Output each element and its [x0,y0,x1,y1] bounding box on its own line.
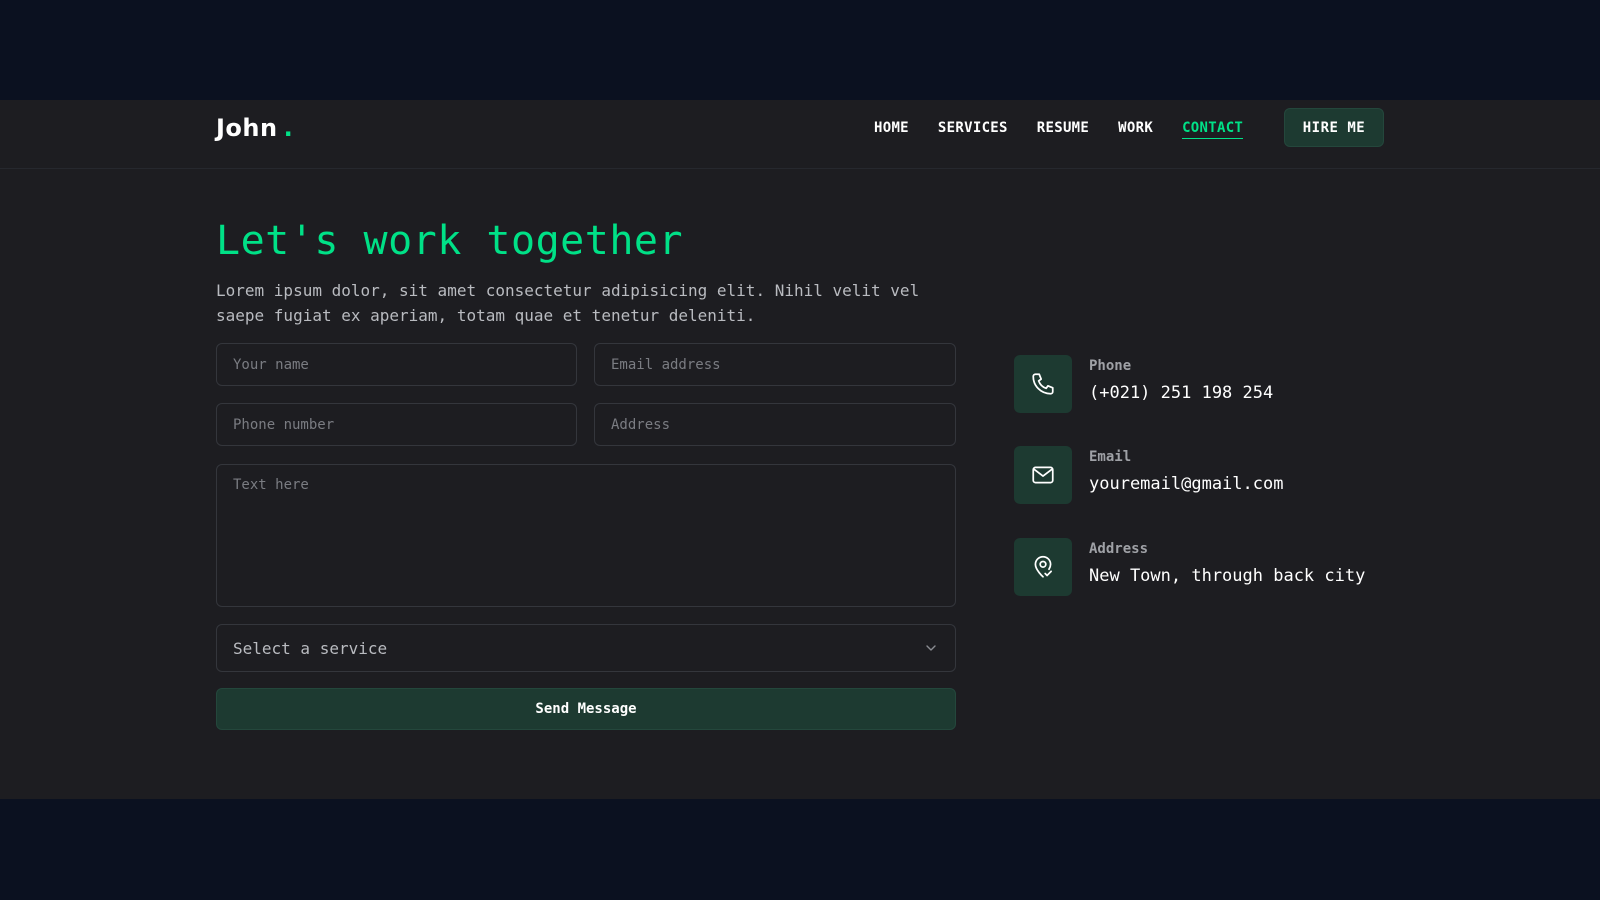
service-select[interactable]: Select a service [216,624,956,672]
name-input[interactable] [216,343,577,386]
send-message-button[interactable]: Send Message [216,688,956,730]
page-title: Let's work together [216,218,684,264]
email-input[interactable] [594,343,956,386]
contact-value: New Town, through back city [1089,566,1366,586]
logo[interactable]: John. [216,114,293,142]
hire-me-button[interactable]: HIRE ME [1284,108,1384,147]
chevron-down-icon [926,645,936,651]
contact-label: Email [1089,449,1132,465]
contact-page: John. HOME SERVICES RESUME WORK CONTACT … [0,100,1600,799]
nav-contact[interactable]: CONTACT [1182,120,1244,139]
contact-label: Address [1089,541,1149,557]
logo-dot: . [283,114,294,142]
navbar: John. HOME SERVICES RESUME WORK CONTACT … [0,100,1600,169]
contact-label: Phone [1089,358,1132,374]
address-input[interactable] [594,403,956,446]
map-pin-icon [1034,555,1052,578]
contact-value: (+021) 251 198 254 [1089,383,1274,403]
phone-input[interactable] [216,403,577,446]
service-select-value: Select a service [233,638,388,658]
nav-work[interactable]: WORK [1118,120,1153,139]
mail-icon-box [1014,446,1072,504]
message-textarea[interactable] [216,464,956,607]
contact-value: youremail@gmail.com [1089,474,1284,494]
map-pin-icon-box [1014,538,1072,596]
nav-home[interactable]: HOME [874,120,909,139]
main-nav: HOME SERVICES RESUME WORK CONTACT [874,120,1244,139]
mail-icon [1032,466,1054,484]
intro-text: Lorem ipsum dolor, sit amet consectetur … [216,281,920,325]
logo-text: John [216,114,278,142]
phone-icon-box [1014,355,1072,413]
phone-icon [1032,373,1054,395]
nav-services[interactable]: SERVICES [938,120,1008,139]
nav-resume[interactable]: RESUME [1037,120,1089,139]
